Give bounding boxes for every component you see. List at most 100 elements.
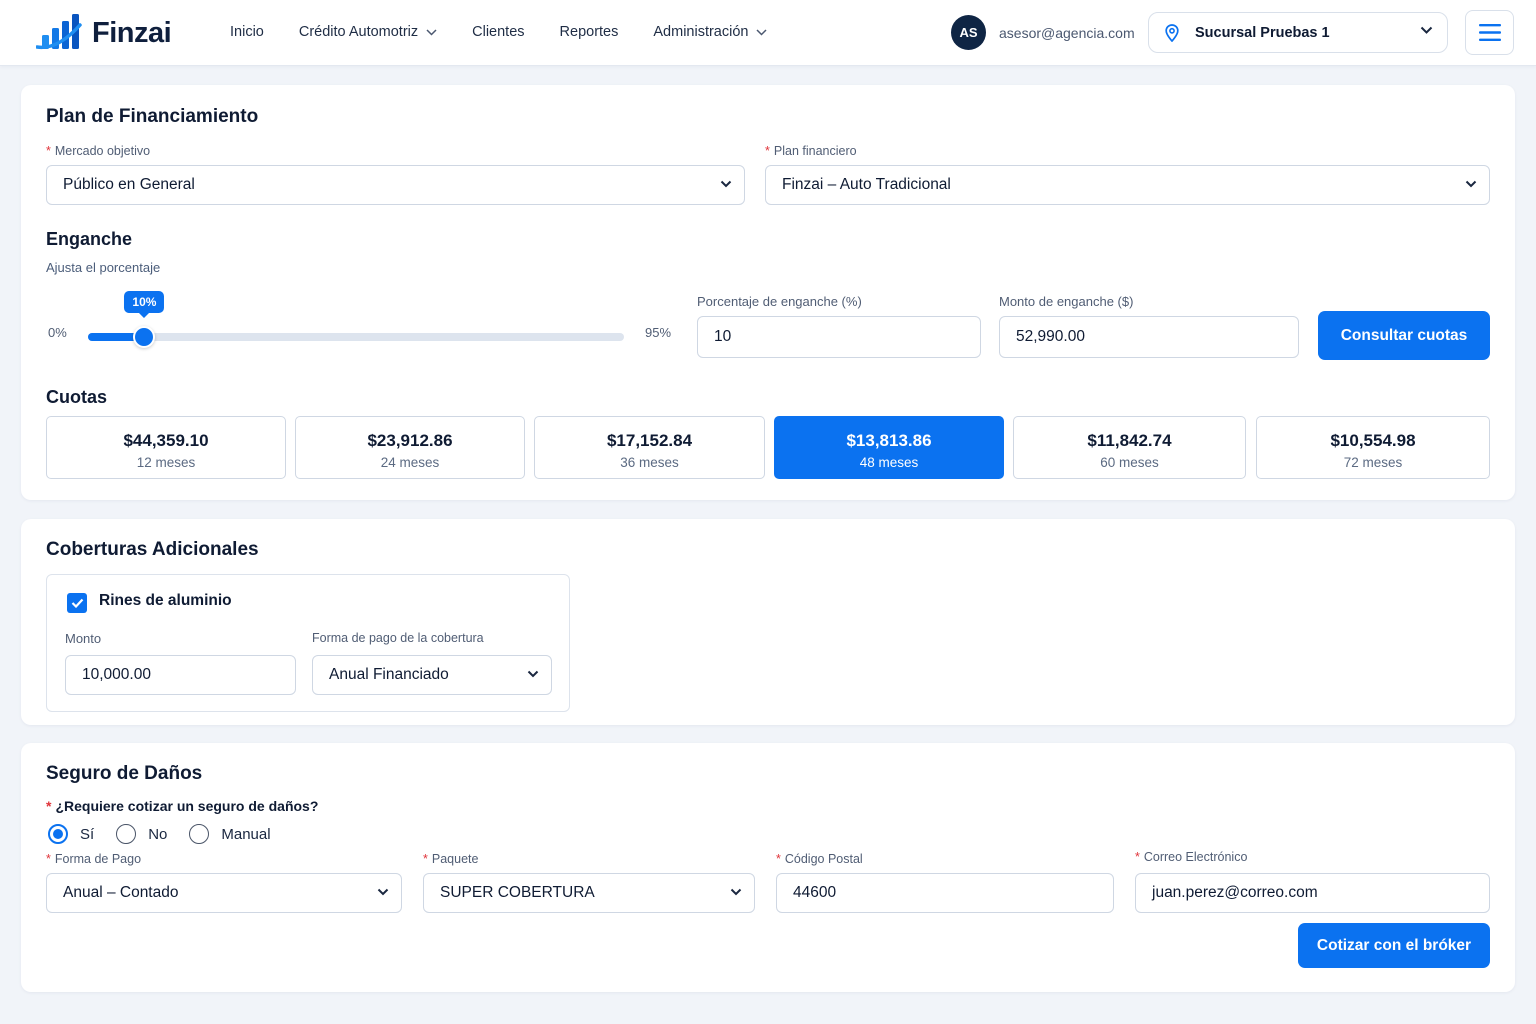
cuota-option-72[interactable]: $10,554.98 72 meses — [1256, 416, 1490, 479]
nav-item-clientes[interactable]: Clientes — [472, 24, 524, 40]
market-select[interactable]: Público en General — [46, 165, 745, 205]
cuota-option-12[interactable]: $44,359.10 12 meses — [46, 416, 286, 479]
monto-input[interactable]: 10,000.00 — [65, 655, 296, 695]
branch-name: Sucursal Pruebas 1 — [1195, 24, 1330, 41]
nav-item-inicio[interactable]: Inicio — [230, 24, 264, 40]
cuota-amount: $13,813.86 — [846, 431, 932, 450]
plan-title: Plan de Financiamiento — [46, 106, 259, 127]
consultar-cuotas-button[interactable]: Consultar cuotas — [1318, 311, 1490, 360]
seguro-question: * ¿Requiere cotizar un seguro de daños? — [46, 798, 318, 814]
chevron-down-icon — [527, 670, 539, 678]
cuota-option-36[interactable]: $17,152.84 36 meses — [534, 416, 765, 479]
radio-no-label[interactable]: No — [148, 826, 167, 843]
radio-manual[interactable] — [189, 824, 210, 844]
amount-label: Monto de enganche ($) — [999, 294, 1134, 309]
cotizar-broker-button[interactable]: Cotizar con el bróker — [1298, 923, 1490, 968]
required-asterisk: * — [423, 852, 428, 866]
slider-min-label: 0% — [48, 325, 67, 340]
radio-si[interactable] — [48, 824, 68, 844]
cuota-term: 72 meses — [1343, 455, 1403, 470]
plan-financiero-select[interactable]: Finzai – Auto Tradicional — [765, 165, 1490, 205]
seguro-question-text: ¿Requiere cotizar un seguro de daños? — [55, 798, 319, 814]
chevron-down-icon — [730, 888, 742, 896]
codigo-postal-label: * Código Postal — [776, 852, 863, 866]
slider-tooltip: 10% — [124, 291, 165, 318]
cuota-amount: $17,152.84 — [606, 431, 693, 450]
cuota-amount: $44,359.10 — [123, 431, 209, 450]
cuotas-title: Cuotas — [46, 387, 108, 407]
chevron-down-icon — [426, 28, 437, 36]
market-label-text: Mercado objetivo — [54, 144, 151, 158]
market-select-value: Público en General — [63, 176, 195, 193]
forma-pago-select[interactable]: Anual – Contado — [46, 873, 402, 913]
nav-item-administracion[interactable]: Administración — [653, 24, 767, 40]
market-label: * Mercado objetivo — [46, 144, 150, 158]
cuota-term: 48 meses — [859, 455, 919, 470]
avatar[interactable]: AS — [951, 15, 986, 50]
forma-pago-label-text: Forma de Pago — [54, 852, 142, 866]
brand-name: Finzai — [92, 16, 172, 49]
cuota-term: 12 meses — [136, 455, 196, 470]
plan-financiero-select-value: Finzai – Auto Tradicional — [782, 176, 951, 193]
monto-label: Monto — [65, 631, 102, 646]
rines-checkbox[interactable] — [67, 593, 87, 613]
user-email[interactable]: asesor@agencia.com — [999, 25, 1135, 41]
enganche-slider[interactable] — [88, 326, 624, 348]
correo-input[interactable]: juan.perez@correo.com — [1135, 873, 1490, 913]
chevron-down-icon — [377, 888, 389, 896]
enganche-title: Enganche — [46, 229, 133, 249]
radio-no[interactable] — [116, 824, 137, 844]
required-asterisk: * — [1135, 850, 1140, 864]
coberturas-title: Coberturas Adicionales — [46, 539, 259, 560]
cuota-term: 24 meses — [380, 455, 440, 470]
top-navigation-bar: Finzai Inicio Crédito Automotriz Cliente… — [0, 0, 1536, 66]
paquete-select[interactable]: SUPER COBERTURA — [423, 873, 755, 913]
bar-chart-logo-icon — [36, 14, 82, 50]
nav-item-label: Clientes — [472, 24, 525, 40]
slider-max-label: 95% — [645, 325, 672, 340]
seguro-title: Seguro de Daños — [46, 763, 203, 784]
chevron-down-icon — [756, 28, 767, 36]
codigo-postal-input[interactable]: 44600 — [776, 873, 1114, 913]
hamburger-menu-button[interactable] — [1465, 10, 1514, 55]
brand-logo[interactable]: Finzai — [36, 12, 172, 54]
forma-pago-cobertura-select[interactable]: Anual Financiado — [312, 655, 552, 695]
nav-item-label: Administración — [653, 24, 749, 40]
enganche-subtitle: Ajusta el porcentaje — [46, 260, 161, 275]
nav-item-label: Reportes — [559, 24, 619, 40]
required-asterisk: * — [46, 852, 51, 866]
cuota-term: 36 meses — [620, 455, 679, 470]
cuota-amount: $10,554.98 — [1330, 431, 1416, 450]
nav-item-credito-automotriz[interactable]: Crédito Automotriz — [299, 24, 437, 40]
percent-input-value: 10 — [714, 328, 732, 345]
amount-input-value: 52,990.00 — [1016, 328, 1085, 345]
radio-manual-label[interactable]: Manual — [221, 826, 270, 843]
percent-input[interactable]: 10 — [697, 316, 981, 358]
check-icon — [71, 598, 83, 608]
correo-label: * Correo Electrónico — [1135, 850, 1247, 864]
menu-icon — [1478, 24, 1501, 41]
cuota-option-48[interactable]: $13,813.86 48 meses — [774, 416, 1004, 479]
plan-financiero-label-text: Plan financiero — [773, 144, 857, 158]
cuota-term: 60 meses — [1100, 455, 1159, 470]
cuota-amount: $23,912.86 — [367, 431, 453, 450]
chevron-down-icon — [720, 180, 732, 188]
rines-label[interactable]: Rines de aluminio — [99, 592, 232, 610]
percent-label: Porcentaje de enganche (%) — [697, 294, 862, 309]
required-asterisk: * — [46, 144, 51, 158]
forma-pago-cobertura-label: Forma de pago de la cobertura — [312, 631, 484, 645]
location-pin-icon — [1165, 23, 1179, 42]
amount-input[interactable]: 52,990.00 — [999, 316, 1299, 358]
chevron-down-icon — [1420, 26, 1433, 34]
paquete-label: * Paquete — [423, 852, 478, 866]
cuota-option-24[interactable]: $23,912.86 24 meses — [295, 416, 525, 479]
correo-value: juan.perez@correo.com — [1152, 884, 1318, 901]
nav-item-reportes[interactable]: Reportes — [560, 24, 619, 40]
nav-item-label: Inicio — [230, 24, 264, 40]
required-asterisk: * — [776, 852, 781, 866]
monto-input-value: 10,000.00 — [82, 666, 151, 683]
cuota-option-60[interactable]: $11,842.74 60 meses — [1013, 416, 1246, 479]
radio-si-label[interactable]: Sí — [80, 826, 94, 843]
branch-select[interactable]: Sucursal Pruebas 1 — [1148, 12, 1448, 53]
paquete-label-text: Paquete — [431, 852, 479, 866]
